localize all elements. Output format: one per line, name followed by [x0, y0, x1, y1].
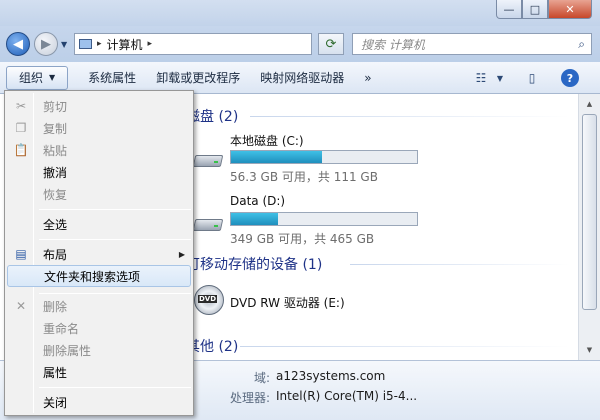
- hard-drive-icon[interactable]: [192, 214, 224, 232]
- back-arrow-icon: ◀: [13, 36, 23, 52]
- system-properties-button[interactable]: 系统属性: [78, 66, 146, 90]
- submenu-arrow-icon: ▶: [178, 249, 185, 259]
- back-button[interactable]: ◀: [6, 32, 30, 56]
- menu-item-copy[interactable]: ❐ 复制: [7, 117, 191, 139]
- menu-separator: [39, 239, 191, 240]
- menu-item-label: 属性: [43, 365, 68, 380]
- domain-value: a123systems.com: [276, 369, 386, 383]
- domain-label: 域:: [253, 371, 270, 385]
- hard-drive-icon[interactable]: [192, 150, 224, 168]
- organize-button[interactable]: 组织 ▼: [6, 65, 69, 90]
- organize-menu: ✂ 剪切 ❐ 复制 📋 粘贴 撤消 恢复 全选 ▤ 布局 ▶ 文件夹和搜索选项 …: [4, 90, 194, 416]
- menu-item-label: 恢复: [43, 187, 68, 202]
- maximize-button[interactable]: □: [522, 0, 548, 19]
- scroll-thumb[interactable]: [582, 114, 597, 310]
- minimize-button[interactable]: —: [496, 0, 522, 19]
- breadcrumb-separator[interactable]: ▸: [97, 39, 102, 49]
- processor-label: 处理器:: [229, 391, 270, 405]
- recent-pages-dropdown[interactable]: ▼: [61, 40, 67, 49]
- section-divider: [350, 264, 570, 265]
- menu-item-label: 删除属性: [43, 343, 92, 358]
- section-divider: [250, 116, 570, 117]
- menu-item-undo[interactable]: 撤消: [7, 161, 191, 183]
- breadcrumb-separator[interactable]: ▸: [148, 39, 153, 49]
- menu-separator: [39, 387, 191, 388]
- menu-item-close[interactable]: 关闭: [7, 391, 191, 413]
- menu-item-label: 文件夹和搜索选项: [44, 269, 141, 284]
- menu-item-label: 撤消: [43, 165, 68, 180]
- drive-capacity-bar: [230, 212, 418, 226]
- navigation-bar: ◀ ▶ ▼ ▸ 计算机 ▸ ⟳ 搜索 计算机 ⌕: [0, 26, 600, 62]
- refresh-icon: ⟳: [325, 36, 337, 52]
- vertical-scrollbar[interactable]: ▲ ▼: [578, 94, 600, 360]
- menu-item-properties[interactable]: 属性: [7, 361, 191, 383]
- menu-item-label: 粘贴: [43, 143, 68, 158]
- drive-capacity-bar: [230, 150, 418, 164]
- copy-icon: ❐: [15, 121, 27, 135]
- dvd-drive-icon[interactable]: DVD: [194, 285, 224, 315]
- computer-icon: [79, 39, 92, 49]
- menu-separator: [39, 293, 191, 294]
- menu-item-label: 关闭: [43, 395, 68, 410]
- capacity-fill: [231, 151, 323, 163]
- forward-button[interactable]: ▶: [34, 32, 58, 56]
- capacity-fill: [231, 213, 278, 225]
- section-divider: [240, 346, 570, 347]
- chevron-down-icon: ▼: [49, 73, 56, 82]
- menu-item-label: 剪切: [43, 99, 68, 114]
- menu-item-label: 布局: [43, 247, 68, 262]
- menu-item-layout[interactable]: ▤ 布局 ▶: [7, 243, 191, 265]
- paste-icon: 📋: [13, 143, 29, 157]
- menu-item-redo[interactable]: 恢复: [7, 183, 191, 205]
- menu-item-label: 复制: [43, 121, 68, 136]
- dvd-drive-label[interactable]: DVD RW 驱动器 (E:): [230, 294, 345, 311]
- menu-separator: [39, 209, 191, 210]
- delete-icon: ✕: [15, 299, 27, 313]
- menu-item-delete[interactable]: ✕ 删除: [7, 295, 191, 317]
- menu-item-select-all[interactable]: 全选: [7, 213, 191, 235]
- more-commands-button[interactable]: »: [354, 66, 381, 90]
- menu-item-folder-options[interactable]: 文件夹和搜索选项: [7, 265, 191, 287]
- menu-item-remove-properties[interactable]: 删除属性: [7, 339, 191, 361]
- menu-item-label: 全选: [43, 217, 68, 232]
- view-options-icon[interactable]: ☷: [470, 66, 492, 90]
- address-bar[interactable]: ▸ 计算机 ▸: [74, 33, 312, 55]
- search-placeholder: 搜索 计算机: [361, 37, 425, 52]
- refresh-button[interactable]: ⟳: [318, 33, 344, 55]
- dvd-badge: DVD: [198, 295, 218, 303]
- processor-value: Intel(R) Core(TM) i5-4...: [276, 389, 418, 403]
- drive-free-space: 56.3 GB 可用，共 111 GB: [230, 170, 378, 184]
- menu-item-paste[interactable]: 📋 粘贴: [7, 139, 191, 161]
- search-icon[interactable]: ⌕: [578, 37, 585, 52]
- scroll-down-icon[interactable]: ▼: [582, 342, 597, 357]
- menu-item-label: 删除: [43, 299, 68, 314]
- map-network-drive-button[interactable]: 映射网络驱动器: [250, 66, 354, 90]
- scroll-up-icon[interactable]: ▲: [582, 96, 597, 111]
- drive-name[interactable]: 本地磁盘 (C:): [230, 132, 304, 149]
- menu-item-cut[interactable]: ✂ 剪切: [7, 95, 191, 117]
- breadcrumb-computer[interactable]: 计算机: [107, 36, 143, 53]
- scissors-icon: ✂: [15, 99, 27, 113]
- menu-item-rename[interactable]: 重命名: [7, 317, 191, 339]
- uninstall-program-button[interactable]: 卸载或更改程序: [146, 66, 250, 90]
- layout-icon: ▤: [15, 247, 27, 261]
- chevron-down-icon[interactable]: ▼: [494, 66, 506, 90]
- help-icon[interactable]: ?: [560, 66, 580, 90]
- title-bar: — □ ✕: [0, 0, 600, 26]
- drive-name[interactable]: Data (D:): [230, 194, 285, 208]
- removable-storage-header[interactable]: 可移动存储的设备 (1): [186, 254, 322, 274]
- menu-item-label: 重命名: [43, 321, 80, 336]
- search-input[interactable]: 搜索 计算机 ⌕: [352, 33, 592, 55]
- drive-free-space: 349 GB 可用，共 465 GB: [230, 232, 375, 246]
- close-button[interactable]: ✕: [548, 0, 592, 19]
- forward-arrow-icon: ▶: [41, 36, 51, 52]
- preview-pane-icon[interactable]: ▯: [522, 66, 542, 90]
- organize-label: 组织: [19, 71, 44, 85]
- window-controls: — □ ✕: [496, 0, 592, 19]
